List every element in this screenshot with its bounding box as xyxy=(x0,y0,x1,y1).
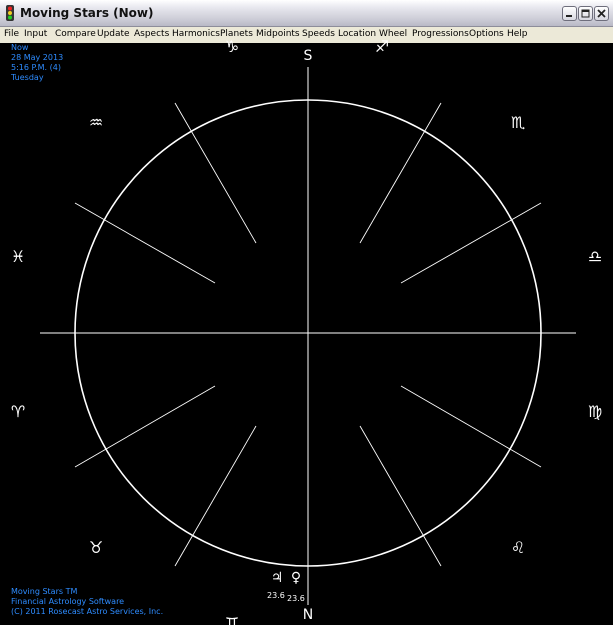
aquarius-icon: ♒ xyxy=(88,115,104,132)
footer-copyright: (C) 2011 Rosecast Astro Services, Inc. xyxy=(11,607,164,616)
pisces-icon: ♓ xyxy=(10,249,26,266)
menu-aspects[interactable]: Aspects xyxy=(134,28,169,41)
chart-weekday: Tuesday xyxy=(11,73,44,82)
menu-harmonics[interactable]: Harmonics xyxy=(172,28,220,41)
menu-options[interactable]: Options xyxy=(469,28,504,41)
venus-degree: 23.6 xyxy=(287,594,305,603)
menu-progressions[interactable]: Progressions xyxy=(412,28,469,41)
menu-update[interactable]: Update xyxy=(97,28,130,41)
sagittarius-icon: ♐ xyxy=(374,39,390,56)
menu-input[interactable]: Input xyxy=(24,28,47,41)
house-cusp xyxy=(174,425,257,567)
libra-icon: ♎ xyxy=(587,249,603,266)
minimize-icon xyxy=(566,15,572,17)
scorpio-icon: ♏ xyxy=(510,115,526,132)
menu-midpoints[interactable]: Midpoints xyxy=(256,28,300,41)
minimize-button[interactable] xyxy=(562,6,577,21)
menu-location[interactable]: Location xyxy=(338,28,376,41)
close-button[interactable] xyxy=(594,6,609,21)
jupiter-degree: 23.6 xyxy=(267,591,285,600)
gemini-icon: ♊ xyxy=(222,616,242,625)
house-cusp xyxy=(74,202,216,284)
jupiter-icon[interactable]: ♃ xyxy=(269,571,285,585)
leo-icon: ♌ xyxy=(510,540,526,557)
chart-label: Now xyxy=(11,43,29,52)
capricorn-icon: ♑ xyxy=(224,39,240,56)
taurus-icon: ♉ xyxy=(88,540,104,557)
maximize-button[interactable] xyxy=(578,6,593,21)
compass-north: N xyxy=(302,607,314,623)
footer-product: Moving Stars TM xyxy=(11,587,78,596)
app-window: Moving Stars (Now) File Input Compare Up… xyxy=(0,0,613,625)
house-cusp xyxy=(174,102,257,244)
menu-compare[interactable]: Compare xyxy=(55,28,96,41)
house-cusp xyxy=(74,385,216,468)
window-title: Moving Stars (Now) xyxy=(20,6,154,20)
chart-time: 5:16 P.M. (4) xyxy=(11,63,61,72)
venus-icon[interactable]: ♀ xyxy=(288,571,304,585)
traffic-light-icon xyxy=(6,5,14,21)
menu-speeds[interactable]: Speeds xyxy=(302,28,335,41)
chart-wheel-area[interactable]: Now 28 May 2013 5:16 P.M. (4) Tuesday S … xyxy=(0,39,613,625)
footer-subtitle: Financial Astrology Software xyxy=(11,597,125,606)
menu-bar: File Input Compare Update Aspects Harmon… xyxy=(0,27,613,43)
house-cusp xyxy=(400,385,542,468)
chart-date: 28 May 2013 xyxy=(11,53,64,62)
menu-file[interactable]: File xyxy=(4,28,19,41)
title-bar[interactable]: Moving Stars (Now) xyxy=(0,0,613,27)
aries-icon: ♈ xyxy=(10,404,26,421)
compass-south: S xyxy=(303,48,313,64)
close-icon xyxy=(597,9,606,18)
house-cusp xyxy=(359,102,442,244)
house-cusp xyxy=(359,425,442,567)
menu-help[interactable]: Help xyxy=(507,28,528,41)
maximize-icon xyxy=(581,9,590,18)
virgo-icon: ♍ xyxy=(587,404,603,421)
house-cusp xyxy=(400,202,542,284)
